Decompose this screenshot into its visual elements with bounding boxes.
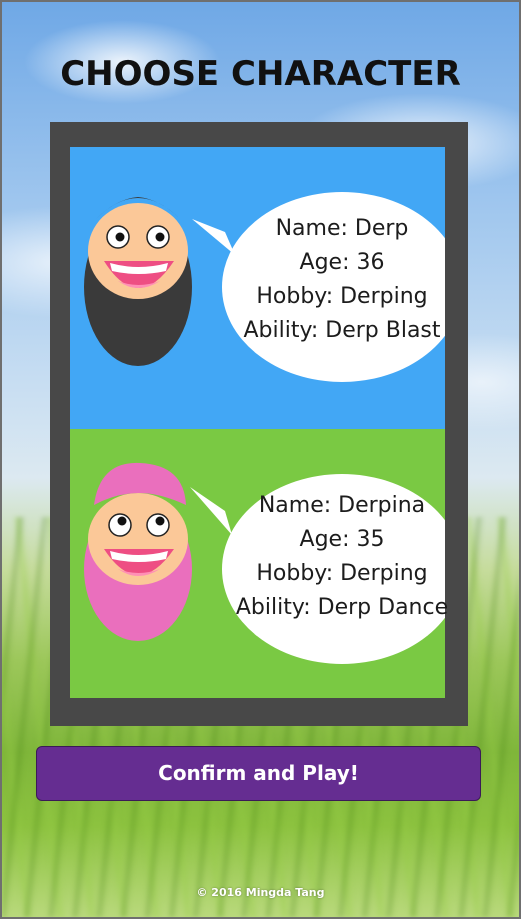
character-card-derpina[interactable]: Name: Derpina Age: 35 Hobby: Derping Abi…	[70, 429, 448, 698]
character-card-derp[interactable]: Name: Derp Age: 36 Hobby: Derping Abilit…	[70, 147, 445, 429]
copyright-footer: © 2016 Mingda Tang	[196, 886, 325, 899]
page-title: CHOOSE CHARACTER	[60, 54, 461, 94]
character-select-frame: Name: Derp Age: 36 Hobby: Derping Abilit…	[50, 122, 468, 726]
character-name: Name: Derpina	[258, 493, 426, 518]
character-hobby: Hobby: Derping	[256, 284, 428, 309]
derp-stats: Name: Derp Age: 36 Hobby: Derping Abilit…	[227, 212, 457, 348]
game-screen: CHOOSE CHARACTER Name: Derp Age: 36 Hobb…	[0, 0, 521, 919]
character-age: Age: 36	[299, 250, 385, 275]
derpina-stats: Name: Derpina Age: 35 Hobby: Derping Abi…	[227, 489, 457, 625]
character-name: Name: Derp	[275, 216, 409, 241]
confirm-and-play-button[interactable]: Confirm and Play!	[36, 746, 481, 801]
character-hobby: Hobby: Derping	[256, 561, 428, 586]
derpina-avatar-icon	[84, 462, 192, 641]
derp-avatar-icon	[84, 197, 192, 366]
character-ability: Ability: Derp Dance	[235, 595, 449, 620]
character-age: Age: 35	[299, 527, 385, 552]
character-ability: Ability: Derp Blast	[243, 318, 441, 343]
